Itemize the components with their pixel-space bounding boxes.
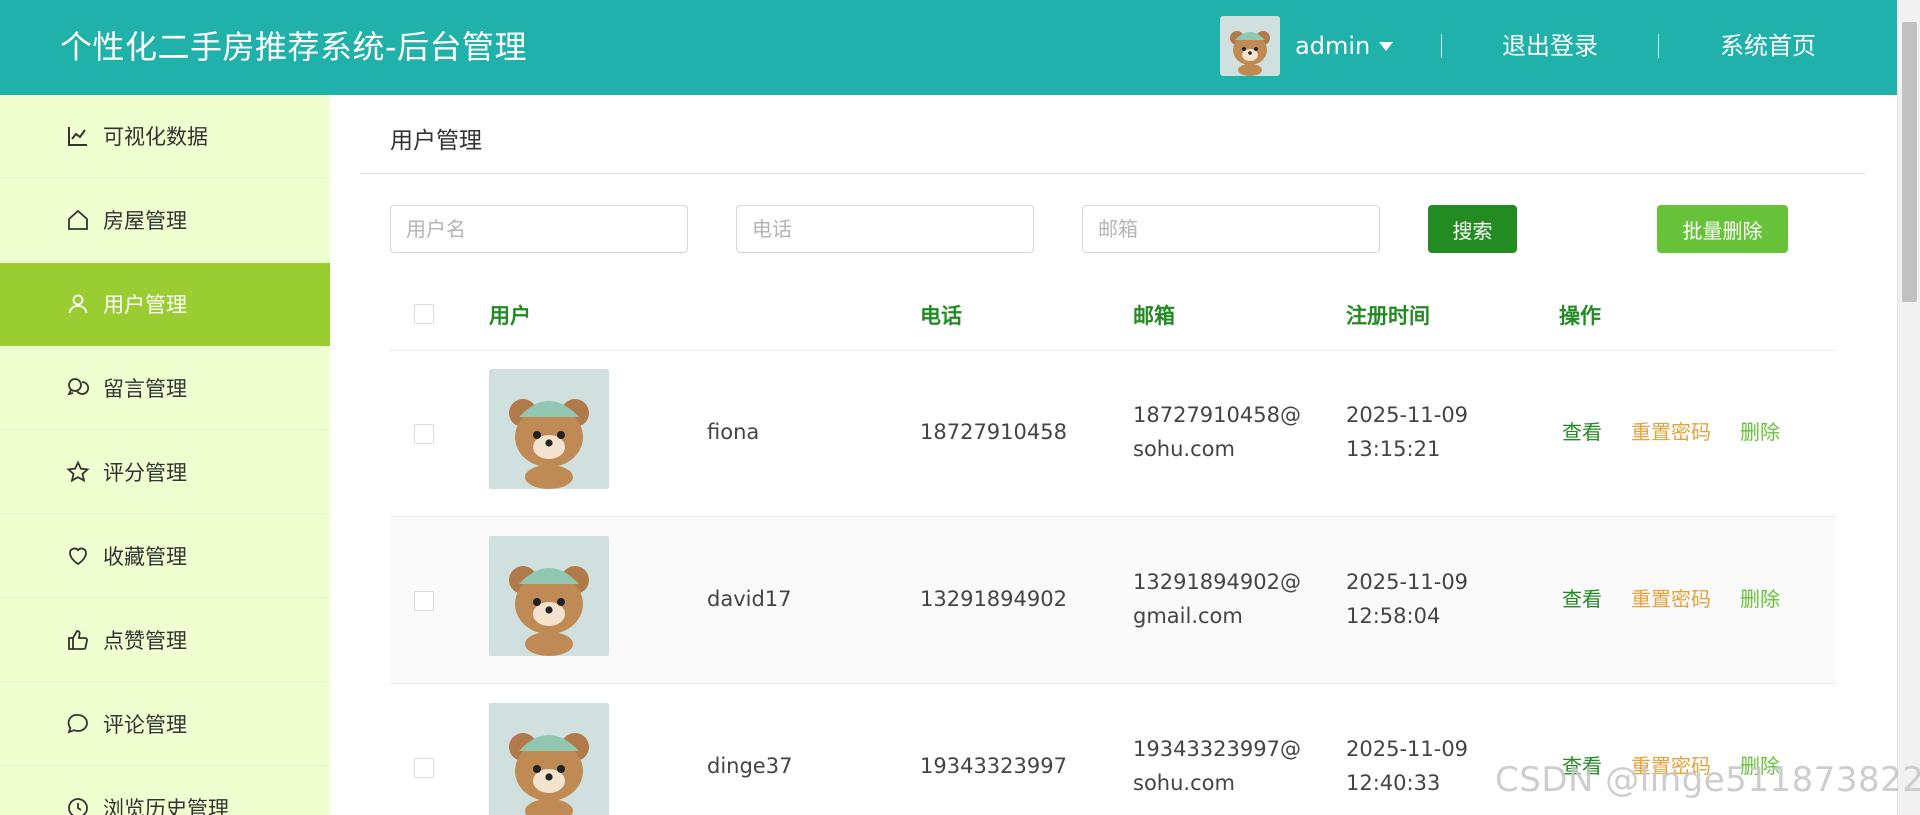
star-icon — [65, 459, 91, 485]
message-icon — [65, 375, 91, 401]
header-divider — [1658, 34, 1659, 58]
logout-link[interactable]: 退出登录 — [1502, 30, 1598, 62]
select-all-checkbox[interactable] — [414, 304, 434, 324]
row-checkbox[interactable] — [414, 424, 434, 444]
bear-avatar-icon — [509, 399, 589, 489]
reset-password-button[interactable]: 重置密码 — [1631, 582, 1711, 616]
sidebar-item-label: 浏览历史管理 — [103, 797, 229, 815]
watermark: CSDN @linge511873822 — [1495, 760, 1920, 800]
sidebar-item-messages[interactable]: 留言管理 — [0, 347, 330, 430]
delete-button[interactable]: 删除 — [1740, 415, 1780, 449]
sidebar-item-label: 收藏管理 — [103, 545, 187, 569]
column-header-email[interactable]: 邮箱 — [1133, 302, 1175, 330]
table-row: fiona 18727910458 18727910458@sohu.com 2… — [390, 351, 1836, 517]
search-button[interactable]: 搜索 — [1428, 205, 1517, 253]
sidebar-item-label: 可视化数据 — [103, 125, 208, 149]
heart-icon — [65, 543, 91, 569]
cell-created: 2025-11-09 12:40:33 — [1346, 737, 1469, 795]
cell-username: fiona — [707, 420, 760, 444]
admin-avatar[interactable] — [1220, 16, 1280, 76]
admin-username[interactable]: admin — [1295, 30, 1370, 62]
cell-email: 13291894902@gmail.com — [1133, 570, 1301, 628]
sidebar: 可视化数据 房屋管理 用户管理 留言管理 评分管理 收藏管理 点赞管理 评论管理… — [0, 95, 330, 815]
cell-email: 18727910458@sohu.com — [1133, 403, 1301, 461]
cell-created: 2025-11-09 12:58:04 — [1346, 570, 1469, 628]
view-button[interactable]: 查看 — [1562, 582, 1602, 616]
bear-avatar-icon — [509, 566, 589, 656]
header-divider — [1441, 34, 1442, 58]
bear-avatar-icon — [1230, 31, 1270, 76]
sidebar-item-houses[interactable]: 房屋管理 — [0, 179, 330, 262]
user-avatar — [489, 536, 609, 656]
top-header: 个性化二手房推荐系统-后台管理 admin 退出登录 系统首页 — [0, 0, 1897, 95]
sidebar-item-history[interactable]: 浏览历史管理 — [0, 767, 330, 815]
column-header-user[interactable]: 用户 — [489, 302, 531, 330]
view-button[interactable]: 查看 — [1562, 415, 1602, 449]
sidebar-item-ratings[interactable]: 评分管理 — [0, 431, 330, 514]
sidebar-item-comments[interactable]: 评论管理 — [0, 683, 330, 766]
page-title: 用户管理 — [390, 128, 482, 154]
cell-username: dinge37 — [707, 754, 793, 778]
sidebar-item-label: 点赞管理 — [103, 629, 187, 653]
column-header-phone[interactable]: 电话 — [920, 302, 962, 330]
row-checkbox[interactable] — [414, 758, 434, 778]
chart-icon — [65, 123, 91, 149]
reset-password-button[interactable]: 重置密码 — [1631, 415, 1711, 449]
cell-email: 19343323997@sohu.com — [1133, 737, 1301, 795]
scrollbar-thumb[interactable] — [1902, 22, 1917, 302]
app-title: 个性化二手房推荐系统-后台管理 — [60, 28, 528, 66]
email-search-input[interactable] — [1082, 205, 1380, 253]
cell-username: david17 — [707, 587, 792, 611]
delete-button[interactable]: 删除 — [1740, 582, 1780, 616]
row-checkbox[interactable] — [414, 591, 434, 611]
home-link[interactable]: 系统首页 — [1720, 30, 1816, 62]
table-row: david17 13291894902 13291894902@gmail.co… — [390, 518, 1836, 684]
batch-delete-button[interactable]: 批量删除 — [1657, 205, 1788, 253]
cell-phone: 13291894902 — [920, 587, 1067, 611]
sidebar-item-likes[interactable]: 点赞管理 — [0, 599, 330, 682]
home-icon — [65, 207, 91, 233]
sidebar-item-label: 房屋管理 — [103, 209, 187, 233]
sidebar-item-label: 用户管理 — [103, 293, 187, 317]
column-header-created[interactable]: 注册时间 — [1346, 302, 1430, 330]
title-divider — [360, 173, 1866, 174]
user-avatar — [489, 703, 609, 815]
username-search-input[interactable] — [390, 205, 688, 253]
thumbs-up-icon — [65, 627, 91, 653]
user-avatar — [489, 369, 609, 489]
cell-created: 2025-11-09 13:15:21 — [1346, 403, 1469, 461]
user-icon — [65, 291, 91, 317]
cell-phone: 19343323997 — [920, 754, 1067, 778]
sidebar-item-label: 评分管理 — [103, 461, 187, 485]
clock-icon — [65, 795, 91, 815]
cell-phone: 18727910458 — [920, 420, 1067, 444]
comment-icon — [65, 711, 91, 737]
page-scrollbar[interactable] — [1897, 0, 1920, 815]
sidebar-item-users[interactable]: 用户管理 — [0, 263, 330, 346]
sidebar-item-visual-data[interactable]: 可视化数据 — [0, 95, 330, 178]
phone-search-input[interactable] — [736, 205, 1034, 253]
bear-avatar-icon — [509, 733, 589, 815]
chevron-down-icon[interactable] — [1379, 42, 1393, 51]
sidebar-item-label: 留言管理 — [103, 377, 187, 401]
sidebar-item-favorites[interactable]: 收藏管理 — [0, 515, 330, 598]
sidebar-item-label: 评论管理 — [103, 713, 187, 737]
column-header-actions: 操作 — [1559, 304, 1601, 328]
